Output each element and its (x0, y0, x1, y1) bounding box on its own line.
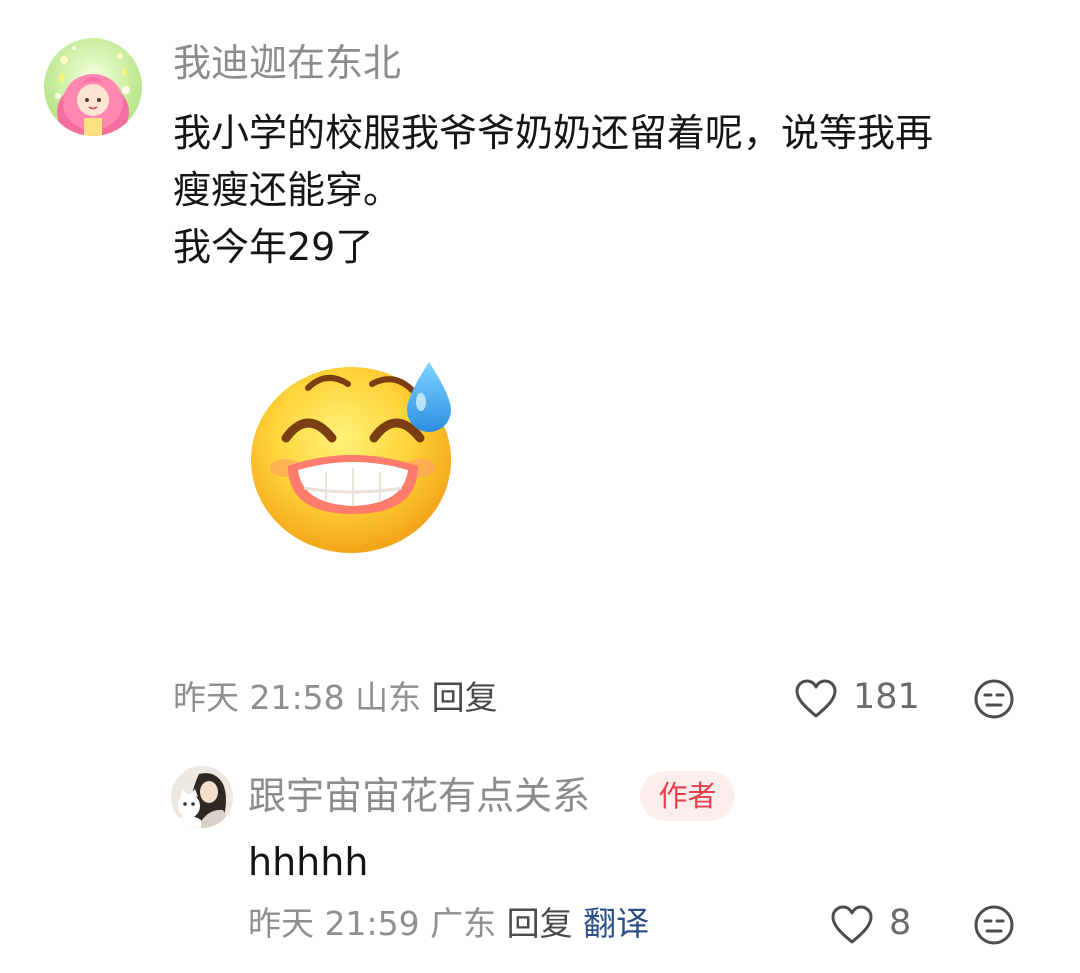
comment-text-line-3: 我今年29了 (173, 225, 374, 269)
reply-meta: 昨天 21:59 广东 回复 翻译 (248, 907, 649, 940)
avatar-illustration (55, 46, 130, 136)
comment-meta: 昨天 21:58 山东 回复 (173, 681, 498, 714)
reply-like-count: 8 (889, 903, 912, 943)
translate-button[interactable]: 翻译 (583, 904, 649, 943)
heart-icon (795, 679, 837, 718)
comment-time: 21:58 (249, 678, 345, 717)
comment-date: 昨天 (173, 678, 239, 717)
grinning-sweat-emoji-sticker[interactable] (246, 348, 464, 558)
reply-time: 21:59 (324, 904, 420, 943)
grinning-sweat-emoji-icon (251, 362, 451, 553)
reply-like-button[interactable] (830, 904, 874, 946)
face-reaction-icon (974, 905, 1014, 945)
avatar-illustration (171, 766, 233, 828)
face-reaction-icon (974, 679, 1014, 719)
avatar[interactable] (44, 38, 142, 136)
reply-username[interactable]: 跟宇宙宙花有点关系 (248, 777, 590, 815)
reply-reaction-button[interactable] (973, 904, 1015, 946)
reply-location: 广东 (430, 904, 497, 943)
reply-button[interactable]: 回复 (432, 678, 498, 717)
reply-date: 昨天 (248, 904, 314, 943)
comment-location: 山东 (355, 678, 422, 717)
comment-text-line-2: 瘦瘦还能穿。 (173, 168, 402, 212)
reaction-button[interactable] (973, 678, 1015, 720)
reply-avatar[interactable] (171, 766, 233, 828)
like-button[interactable] (794, 678, 838, 720)
comment-text-line-1: 我小学的校服我爷爷奶奶还留着呢，说等我再 (173, 111, 934, 155)
reply-text: hhhhh (248, 840, 369, 884)
reply-reply-button[interactable]: 回复 (507, 904, 573, 943)
author-badge: 作者 (640, 771, 735, 821)
heart-icon (831, 905, 873, 944)
comment-username[interactable]: 我迪迦在东北 (173, 44, 401, 82)
like-count: 181 (853, 677, 920, 717)
